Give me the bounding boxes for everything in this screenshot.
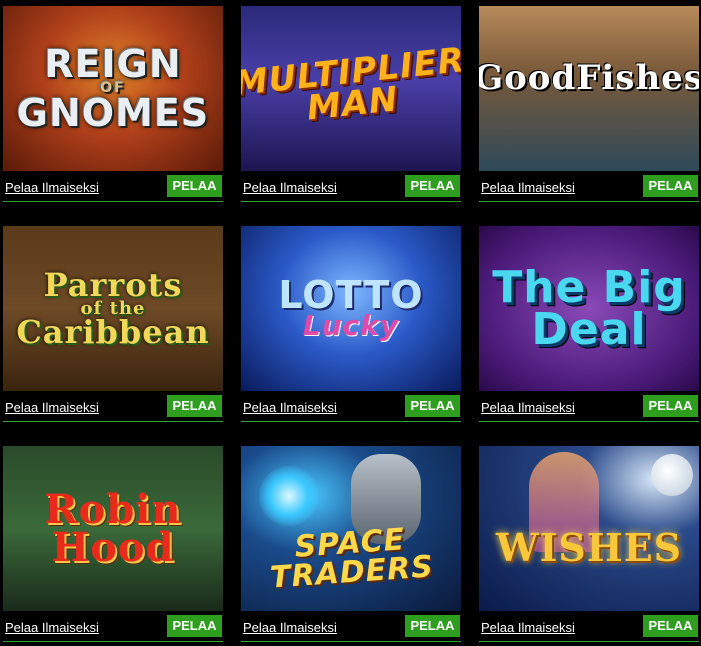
play-free-link[interactable]: Pelaa Ilmaiseksi [243, 620, 337, 635]
game-thumbnail[interactable]: Robin Hood [3, 446, 223, 611]
game-actions: Pelaa Ilmaiseksi PELAA [3, 391, 223, 422]
play-button[interactable]: PELAA [643, 615, 698, 637]
play-free-link[interactable]: Pelaa Ilmaiseksi [481, 180, 575, 195]
game-actions: Pelaa Ilmaiseksi PELAA [241, 611, 461, 642]
play-button[interactable]: PELAA [167, 395, 222, 417]
game-actions: Pelaa Ilmaiseksi PELAA [241, 171, 461, 202]
game-thumbnail[interactable]: The Big Deal [479, 226, 699, 391]
game-logo: LOTTO Lucky [278, 273, 424, 343]
play-free-link[interactable]: Pelaa Ilmaiseksi [243, 400, 337, 415]
game-thumbnail[interactable]: WISHES [479, 446, 699, 611]
game-thumbnail[interactable]: MULTIPLIER MAN [241, 6, 461, 171]
game-tile-goodfishes: GoodFishes Pelaa Ilmaiseksi PELAA [479, 6, 699, 202]
game-logo: Robin Hood [44, 485, 182, 571]
game-tile-reign-of-gnomes: REIGN OF GNOMES Pelaa Ilmaiseksi PELAA [3, 6, 223, 202]
game-thumbnail[interactable]: GoodFishes [479, 6, 699, 171]
game-logo: The Big Deal [492, 261, 686, 355]
game-tile-parrots-of-the-caribbean: Parrots of the Caribbean Pelaa Ilmaiseksi … [3, 226, 223, 422]
game-tile-the-big-deal: The Big Deal Pelaa Ilmaiseksi PELAA [479, 226, 699, 422]
play-button[interactable]: PELAA [167, 615, 222, 637]
game-thumbnail[interactable]: Parrots of the Caribbean [3, 226, 223, 391]
game-actions: Pelaa Ilmaiseksi PELAA [3, 611, 223, 642]
game-logo: REIGN OF GNOMES [16, 41, 210, 136]
game-logo: SPACE TRADERS [268, 522, 435, 596]
game-tile-multiplier-man: MULTIPLIER MAN Pelaa Ilmaiseksi PELAA [241, 6, 461, 202]
play-free-link[interactable]: Pelaa Ilmaiseksi [481, 620, 575, 635]
game-tile-space-traders: SPACE TRADERS Pelaa Ilmaiseksi PELAA [241, 446, 461, 642]
game-logo: WISHES [495, 525, 683, 571]
play-button[interactable]: PELAA [405, 175, 460, 197]
game-tile-robin-hood: Robin Hood Pelaa Ilmaiseksi PELAA [3, 446, 223, 642]
play-free-link[interactable]: Pelaa Ilmaiseksi [5, 620, 99, 635]
game-logo: MULTIPLIER MAN [241, 40, 461, 130]
game-thumbnail[interactable]: LOTTO Lucky [241, 226, 461, 391]
game-thumbnail[interactable]: SPACE TRADERS [241, 446, 461, 611]
moon-icon [651, 454, 693, 496]
game-tile-lotto-lucky: LOTTO Lucky Pelaa Ilmaiseksi PELAA [241, 226, 461, 422]
game-actions: Pelaa Ilmaiseksi PELAA [3, 171, 223, 202]
play-button[interactable]: PELAA [405, 395, 460, 417]
game-actions: Pelaa Ilmaiseksi PELAA [479, 171, 699, 202]
play-free-link[interactable]: Pelaa Ilmaiseksi [481, 400, 575, 415]
play-free-link[interactable]: Pelaa Ilmaiseksi [5, 400, 99, 415]
play-button[interactable]: PELAA [167, 175, 222, 197]
game-actions: Pelaa Ilmaiseksi PELAA [479, 391, 699, 422]
play-free-link[interactable]: Pelaa Ilmaiseksi [243, 180, 337, 195]
game-tile-wishes: WISHES Pelaa Ilmaiseksi PELAA [479, 446, 699, 642]
game-thumbnail[interactable]: REIGN OF GNOMES [3, 6, 223, 171]
game-logo: GoodFishes [479, 58, 699, 99]
game-grid: REIGN OF GNOMES Pelaa Ilmaiseksi PELAA MUL… [0, 0, 701, 646]
play-button[interactable]: PELAA [643, 395, 698, 417]
energy-orb-icon [259, 466, 319, 526]
play-button[interactable]: PELAA [405, 615, 460, 637]
game-actions: Pelaa Ilmaiseksi PELAA [479, 611, 699, 642]
play-free-link[interactable]: Pelaa Ilmaiseksi [5, 180, 99, 195]
game-actions: Pelaa Ilmaiseksi PELAA [241, 391, 461, 422]
play-button[interactable]: PELAA [643, 175, 698, 197]
game-logo: Parrots of the Caribbean [16, 265, 210, 352]
